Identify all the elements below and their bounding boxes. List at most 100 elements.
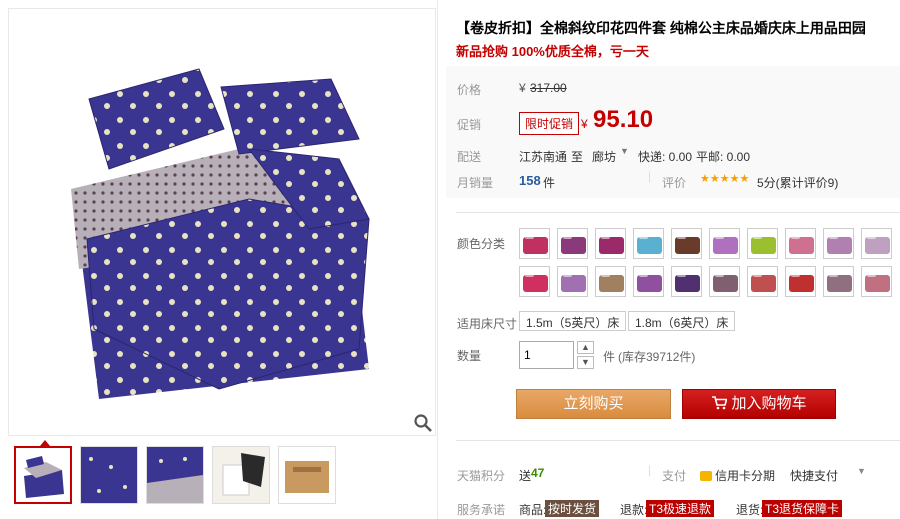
credit-installment-label: 信用卡分期: [715, 469, 776, 483]
shipping-from: 江苏南通: [519, 150, 568, 164]
color-swatch-18[interactable]: [785, 266, 816, 297]
color-swatch-13[interactable]: [595, 266, 626, 297]
color-swatch-5[interactable]: [671, 228, 702, 259]
swatch-pillow-preview: [601, 233, 610, 239]
swatch-bed-preview: [561, 237, 586, 254]
rating-text[interactable]: 5分(累计评价9): [757, 174, 838, 191]
color-swatch-4[interactable]: [633, 228, 664, 259]
buy-now-button[interactable]: 立刻购买: [516, 389, 671, 419]
sales-divider: |: [648, 169, 652, 183]
color-swatch-12[interactable]: [557, 266, 588, 297]
monthly-sales-unit: 件: [543, 176, 556, 190]
thumbnail-4[interactable]: [212, 446, 270, 504]
color-swatch-7[interactable]: [747, 228, 778, 259]
swatch-bed-preview: [865, 275, 890, 292]
swatch-pillow-preview: [791, 233, 800, 239]
monthly-sales-count: 158: [519, 173, 541, 188]
quick-pay[interactable]: 快捷支付: [790, 467, 838, 484]
bedding-photo: [71, 68, 370, 399]
points-divider: |: [648, 463, 652, 477]
size-option-1-5m[interactable]: 1.5m（5英尺）床: [519, 311, 627, 331]
service-refund-label: 退款:: [620, 503, 648, 517]
color-swatch-10[interactable]: [861, 228, 892, 259]
swatch-pillow-preview: [715, 233, 724, 239]
divider-2: [456, 440, 900, 441]
zoom-icon[interactable]: [413, 413, 433, 433]
swatch-pillow-preview: [639, 271, 648, 277]
color-swatch-11[interactable]: [519, 266, 550, 297]
shipping-destination[interactable]: 廊坊: [592, 148, 616, 165]
points-value: 47: [531, 466, 545, 480]
cart-icon: [712, 396, 729, 410]
service-return-tag[interactable]: T3退货保障卡: [762, 500, 843, 517]
main-product-image[interactable]: [8, 8, 436, 436]
swatch-bed-preview: [789, 275, 814, 292]
swatch-bed-preview: [523, 275, 548, 292]
shipping-to-word: 至: [571, 150, 584, 164]
swatch-pillow-preview: [525, 233, 534, 239]
destination-dropdown-icon[interactable]: ▼: [620, 146, 629, 156]
current-currency: ¥: [581, 117, 588, 131]
color-swatch-3[interactable]: [595, 228, 626, 259]
color-swatch-19[interactable]: [823, 266, 854, 297]
size-option-1-8m[interactable]: 1.8m（6英尺）床: [628, 311, 736, 331]
swatch-bed-preview: [599, 237, 624, 254]
color-swatch-2[interactable]: [557, 228, 588, 259]
swatch-bed-preview: [827, 275, 852, 292]
rating-stars: ★★★★★: [700, 173, 750, 185]
color-swatch-16[interactable]: [709, 266, 740, 297]
promo-badge: 限时促销: [519, 112, 580, 135]
shipping-label: 配送: [457, 150, 482, 164]
thumbnail-3[interactable]: [146, 446, 204, 504]
swatch-pillow-preview: [563, 233, 572, 239]
swatch-bed-preview: [713, 275, 738, 292]
thumbnail-strip: [14, 446, 336, 504]
original-price: 317.00: [530, 81, 567, 95]
color-swatch-6[interactable]: [709, 228, 740, 259]
swatch-bed-preview: [675, 275, 700, 292]
mail-fee: 平邮: 0.00: [696, 150, 751, 164]
swatch-pillow-preview: [753, 271, 762, 277]
rating-label: 评价: [662, 176, 687, 190]
swatch-bed-preview: [675, 237, 700, 254]
product-title: 【卷皮折扣】全棉斜纹印花四件套 纯棉公主床品婚庆床上用品田园: [456, 20, 866, 36]
add-to-cart-button[interactable]: 加入购物车: [682, 389, 836, 419]
color-swatch-1[interactable]: [519, 228, 550, 259]
swatch-pillow-preview: [525, 271, 534, 277]
swatch-bed-preview: [637, 275, 662, 292]
quantity-input[interactable]: [519, 341, 574, 369]
express-fee: 快递: 0.00: [638, 150, 693, 164]
thumbnail-1[interactable]: [14, 446, 72, 504]
points-prefix: 送: [519, 469, 532, 483]
swatch-bed-preview: [789, 237, 814, 254]
credit-card-icon: [700, 471, 712, 481]
swatch-pillow-preview: [867, 233, 876, 239]
credit-installment[interactable]: 信用卡分期: [700, 467, 775, 484]
color-swatch-20[interactable]: [861, 266, 892, 297]
service-label: 服务承诺: [457, 503, 506, 517]
swatch-pillow-preview: [639, 233, 648, 239]
quantity-increase-icon[interactable]: ▲: [577, 341, 594, 354]
swatch-pillow-preview: [563, 271, 572, 277]
thumbnail-5[interactable]: [278, 446, 336, 504]
promo-label: 促销: [457, 118, 482, 132]
quantity-decrease-icon[interactable]: ▼: [577, 356, 594, 369]
size-label: 适用床尺寸: [457, 317, 518, 331]
payment-dropdown-icon[interactable]: ▼: [857, 466, 866, 476]
service-goods-tag[interactable]: 按时发货: [545, 500, 600, 517]
color-swatch-14[interactable]: [633, 266, 664, 297]
service-return-label: 退货:: [736, 503, 764, 517]
color-label: 颜色分类: [457, 237, 506, 251]
color-swatch-9[interactable]: [823, 228, 854, 259]
color-swatch-15[interactable]: [671, 266, 702, 297]
quantity-label: 数量: [457, 349, 482, 363]
swatch-pillow-preview: [601, 271, 610, 277]
swatch-bed-preview: [637, 237, 662, 254]
color-swatch-17[interactable]: [747, 266, 778, 297]
current-price: 95.10: [593, 106, 654, 133]
swatch-pillow-preview: [829, 271, 838, 277]
service-refund-tag[interactable]: T3极速退款: [646, 500, 715, 517]
thumbnail-2[interactable]: [80, 446, 138, 504]
color-swatch-8[interactable]: [785, 228, 816, 259]
swatch-bed-preview: [599, 275, 624, 292]
